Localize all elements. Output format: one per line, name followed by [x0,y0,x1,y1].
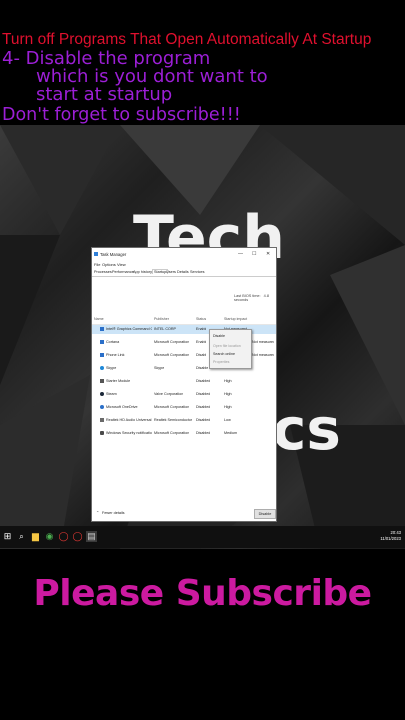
context-menu: Disable Open file location Search online… [209,329,252,369]
row-impact: Low [224,418,231,422]
row-name: Starter Module [106,379,131,383]
row-name: Phone Link [106,353,125,357]
row-impact: High [224,405,232,409]
column-header-row: Name Publisher Status Startup impact [92,316,276,325]
tab-processes[interactable]: Processes [93,270,113,274]
row-publisher: Microsoft Corporation [154,353,190,357]
opera-gx-icon[interactable]: ◯ [72,531,83,542]
task-manager-taskbar-icon[interactable]: ▤ [86,531,97,542]
window-title: Task Manager [100,252,127,257]
row-impact: Medium [224,431,238,435]
row-status: Disabled [196,431,211,435]
step-line-3: start at startup [36,84,173,105]
row-name: Skype [106,366,117,370]
title-line: Turn off Programs That Open Automaticall… [2,31,372,48]
row-publisher: Microsoft Corporation [154,340,190,344]
table-row[interactable]: Microsoft OneDrive Microsoft Corporation… [92,403,276,412]
app-icon [100,327,104,331]
row-publisher: Skype [154,366,165,370]
subscribe-banner: Please Subscribe [33,573,372,614]
row-impact: Not measured [252,340,274,344]
skype-icon [100,366,104,370]
context-item-properties[interactable]: Properties [213,360,229,364]
chevron-up-icon[interactable]: ⌃ [96,510,99,515]
table-row[interactable]: Steam Valve Corporation Disabled High [92,390,276,399]
menu-options[interactable]: Options [102,262,116,267]
close-button[interactable]: ✕ [266,251,270,257]
bios-time: Last BIOS time: 4.8 seconds [234,294,276,302]
row-status: Disabled [196,366,208,370]
system-clock[interactable]: 20:43 11/01/2023 [380,530,401,542]
table-row[interactable]: Windows Security notificatio... Microsof… [92,429,276,438]
step-text: 4- Disable the program which is you dont… [2,50,268,104]
onedrive-icon [100,405,104,409]
opera-icon[interactable]: ◯ [58,531,69,542]
row-name: Microsoft OneDrive [106,405,138,409]
speaker-icon [100,418,104,422]
title-bar[interactable]: Task Manager — ☐ ✕ [92,248,276,260]
tab-strip: Processes Performance App history Startu… [92,269,276,277]
channel-logo-word-2: cs [272,395,341,463]
context-item-open-file-location[interactable]: Open file location [213,344,241,348]
row-status: Disabled [196,405,211,409]
row-publisher: Microsoft Corporation [154,405,190,409]
shield-icon [100,431,104,435]
steam-icon [100,392,104,396]
row-impact: Not measured [252,353,274,357]
row-name: Steam [106,392,117,396]
row-impact: High [224,392,232,396]
row-publisher: Realtek Semiconductor [154,418,193,422]
app-icon [100,379,104,383]
row-status: Disabled [196,379,211,383]
table-row[interactable]: Realtek HD Audio Universal ... Realtek S… [92,416,276,425]
context-item-search-online[interactable]: Search online [213,352,235,356]
tab-app-history[interactable]: App history [132,270,153,274]
windows-start-icon[interactable]: ⊞ [2,531,13,542]
app-icon [100,353,104,357]
taskbar: ⊞ ⌕ ▆ ◉ ◯ ◯ ▤ 20:43 11/01/2023 [0,526,405,548]
window-footer: ⌃ Fewer details Disable [92,505,276,521]
clock-date: 11/01/2023 [380,536,401,541]
app-icon [100,340,104,344]
disable-button[interactable]: Disable [254,509,276,519]
task-manager-icon [94,252,98,256]
row-publisher: INTEL CORP [154,327,176,331]
row-impact: High [224,379,232,383]
row-status: Enabled [196,327,206,331]
row-name: Cortana [106,340,120,344]
menu-file[interactable]: File [94,262,100,267]
row-publisher: Valve Corporation [154,392,184,396]
column-publisher[interactable]: Publisher [154,317,169,321]
context-item-disable[interactable]: Disable [213,334,225,338]
row-publisher: Microsoft Corporation [154,431,190,435]
instruction-header: Turn off Programs That Open Automaticall… [0,0,405,125]
tab-details[interactable]: Details [176,270,190,274]
row-name: Realtek HD Audio Universal ... [106,418,152,422]
tab-services[interactable]: Services [189,270,206,274]
row-status: Disabled [196,392,211,396]
fewer-details-link[interactable]: Fewer details [102,511,125,515]
column-status[interactable]: Status [196,317,206,321]
file-explorer-icon[interactable]: ▆ [30,531,41,542]
column-name[interactable]: Name [94,317,104,321]
row-status: Enabled [196,340,206,344]
subscribe-reminder: Don't forget to subscribe!!! [2,105,241,125]
row-status: Disabled [196,353,206,357]
row-name: Intel® Graphics Command C... [106,327,152,331]
column-startup-impact[interactable]: Startup impact [224,317,247,321]
table-row[interactable]: Starter Module Disabled High [92,377,276,386]
chrome-icon[interactable]: ◉ [44,531,55,542]
menu-view[interactable]: View [117,262,126,267]
maximize-button[interactable]: ☐ [252,251,256,257]
minimize-button[interactable]: — [238,251,243,257]
menu-bar: File Options View [92,260,276,269]
search-icon[interactable]: ⌕ [16,531,27,542]
row-status: Disabled [196,418,211,422]
task-manager-window: Task Manager — ☐ ✕ File Options View Pro… [91,247,277,522]
row-name: Windows Security notificatio... [106,431,152,435]
